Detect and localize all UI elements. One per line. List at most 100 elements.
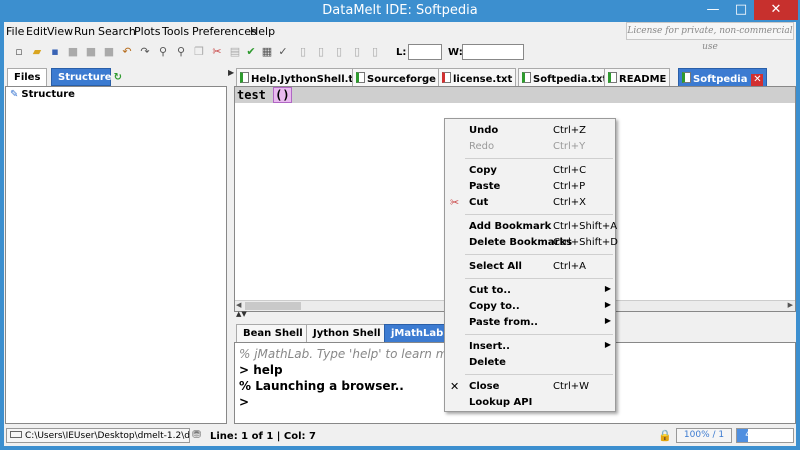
structure-tree-root[interactable]: ✎ Structure [10, 89, 75, 100]
editor-tab-softpedia-txt[interactable]: Softpedia.txt [518, 68, 612, 86]
scroll-thumb[interactable] [245, 302, 301, 310]
menu-item-label: Undo [469, 125, 499, 136]
menu-separator [465, 214, 613, 215]
find-icon[interactable]: ⚲ [156, 45, 170, 59]
close-window-button[interactable]: ✕ [754, 0, 798, 20]
close-tab-icon[interactable]: ✕ [751, 74, 764, 86]
save-icon[interactable]: ▪ [48, 45, 62, 59]
menu-tools[interactable]: Tools [162, 25, 189, 38]
menu-file[interactable]: File [6, 25, 24, 38]
menu-separator [465, 278, 613, 279]
print-icon[interactable]: ■ [84, 45, 98, 59]
menu-item-shortcut: Ctrl+P [553, 181, 586, 192]
editor-tab-softpedia[interactable]: Softpedia ✕ [678, 68, 768, 86]
save-all-icon[interactable]: ■ [66, 45, 80, 59]
menu-item-close[interactable]: ✕ Close Ctrl+W [445, 379, 615, 395]
menu-item-redo: Redo Ctrl+Y [445, 139, 615, 155]
tab-jmathlab-shell[interactable]: jMathLab Sh [384, 324, 446, 342]
menu-run[interactable]: Run [74, 25, 95, 38]
open-folder-icon[interactable]: ▰ [30, 45, 44, 59]
left-pane-tabs: Files Structure ↻ [5, 66, 227, 86]
menu-item-paste-from[interactable]: Paste from.. ▶ [445, 315, 615, 331]
scroll-right-icon[interactable]: ▶ [788, 301, 793, 309]
submenu-arrow-icon: ▶ [604, 316, 611, 325]
undo-icon[interactable]: ↶ [120, 45, 134, 59]
editor-tab-license[interactable]: license.txt [438, 68, 517, 86]
menu-item-paste[interactable]: Paste Ctrl+P [445, 179, 615, 195]
menu-item-label: Delete [469, 357, 506, 368]
tab-bean-shell[interactable]: Bean Shell [236, 324, 310, 342]
tab-structure[interactable]: Structure ↻ [51, 68, 122, 86]
preview-icon[interactable]: ■ [102, 45, 116, 59]
menu-item-cut[interactable]: ✂ Cut Ctrl+X [445, 195, 615, 211]
menu-item-shortcut: Ctrl+Shift+A [553, 221, 618, 232]
doc-icon-4[interactable]: ▯ [350, 45, 364, 59]
redo-icon[interactable]: ↷ [138, 45, 152, 59]
editor-tab-label: Sourceforge [367, 74, 436, 85]
menu-item-select-all[interactable]: Select All Ctrl+A [445, 259, 615, 275]
menu-item-label: Insert.. [469, 341, 510, 352]
editor-tab-readme[interactable]: README [604, 68, 671, 86]
shell-line: > help [239, 363, 283, 377]
paste-icon[interactable]: ▤ [228, 45, 242, 59]
file-icon [608, 72, 617, 83]
cut-icon[interactable]: ✂ [210, 45, 224, 59]
tab-jython-shell[interactable]: Jython Shell [306, 324, 388, 342]
new-file-icon[interactable]: ▫ [12, 45, 26, 59]
split-arrows-icon[interactable]: ▲▼ [236, 310, 247, 318]
scroll-left-icon[interactable]: ◀ [236, 301, 241, 309]
submenu-arrow-icon: ▶ [604, 340, 611, 349]
title-bar: DataMelt IDE: Softpedia — □ ✕ [0, 0, 800, 22]
menu-item-copy-to[interactable]: Copy to.. ▶ [445, 299, 615, 315]
lock-icon[interactable]: 🔒 [658, 429, 672, 443]
structure-panel: ✎ Structure [5, 86, 227, 424]
l-input[interactable] [408, 44, 442, 60]
doc-icon-3[interactable]: ▯ [332, 45, 346, 59]
copy-icon[interactable]: ❐ [192, 45, 206, 59]
code-text: test [237, 88, 274, 102]
menu-item-shortcut: Ctrl+C [553, 165, 587, 176]
shell-line: % Launching a browser.. [239, 379, 404, 393]
menu-separator [465, 158, 613, 159]
editor-tab-help-jythonshell[interactable]: Help.JythonShell.txt [236, 68, 369, 86]
menu-separator [465, 254, 613, 255]
menu-search[interactable]: Search [98, 25, 136, 38]
menu-item-add-bookmark[interactable]: Add Bookmark Ctrl+Shift+A [445, 219, 618, 235]
file-icon [356, 72, 365, 83]
menu-edit[interactable]: Edit [26, 25, 47, 38]
doc-icon-5[interactable]: ▯ [368, 45, 382, 59]
maximize-button[interactable]: □ [728, 0, 754, 20]
memory-indicator[interactable]: 41/33Mb [736, 428, 794, 443]
refresh-icon[interactable]: ↻ [114, 72, 122, 83]
menu-item-delete[interactable]: Delete [445, 355, 615, 371]
menu-preferences[interactable]: Preferences [192, 25, 257, 38]
menu-plots[interactable]: Plots [134, 25, 160, 38]
editor-tab-sourceforge[interactable]: Sourceforge [352, 68, 440, 86]
menu-item-shortcut: Ctrl+W [553, 381, 590, 392]
menu-item-delete-bookmarks[interactable]: Delete Bookmarks Ctrl+Shift+D [445, 235, 618, 251]
garbage-collect-icon[interactable]: ⛃ [192, 428, 201, 441]
check-icon[interactable]: ✓ [276, 45, 290, 59]
format-icon[interactable]: ▦ [260, 45, 274, 59]
run-icon[interactable]: ✔ [244, 45, 258, 59]
w-input[interactable] [462, 44, 524, 60]
menu-item-label: Add Bookmark [469, 221, 552, 232]
menu-item-lookup-api[interactable]: Lookup API [445, 395, 615, 411]
tab-files[interactable]: Files [7, 68, 47, 86]
menu-item-insert[interactable]: Insert.. ▶ [445, 339, 615, 355]
menu-item-undo[interactable]: Undo Ctrl+Z [445, 123, 615, 139]
menu-item-shortcut: Ctrl+X [553, 197, 587, 208]
menu-item-label: Cut to.. [469, 285, 511, 296]
minimize-button[interactable]: — [700, 0, 726, 20]
editor-tab-label: README [619, 74, 667, 85]
menu-item-cut-to[interactable]: Cut to.. ▶ [445, 283, 615, 299]
zoom-indicator: 100% / 1 [676, 428, 732, 443]
menu-view[interactable]: View [47, 25, 73, 38]
menu-item-copy[interactable]: Copy Ctrl+C [445, 163, 615, 179]
doc-icon-1[interactable]: ▯ [296, 45, 310, 59]
menu-item-label: Paste [469, 181, 501, 192]
doc-icon-2[interactable]: ▯ [314, 45, 328, 59]
find-next-icon[interactable]: ⚲ [174, 45, 188, 59]
menu-item-shortcut: Ctrl+Z [553, 125, 587, 136]
menu-help[interactable]: Help [250, 25, 275, 38]
